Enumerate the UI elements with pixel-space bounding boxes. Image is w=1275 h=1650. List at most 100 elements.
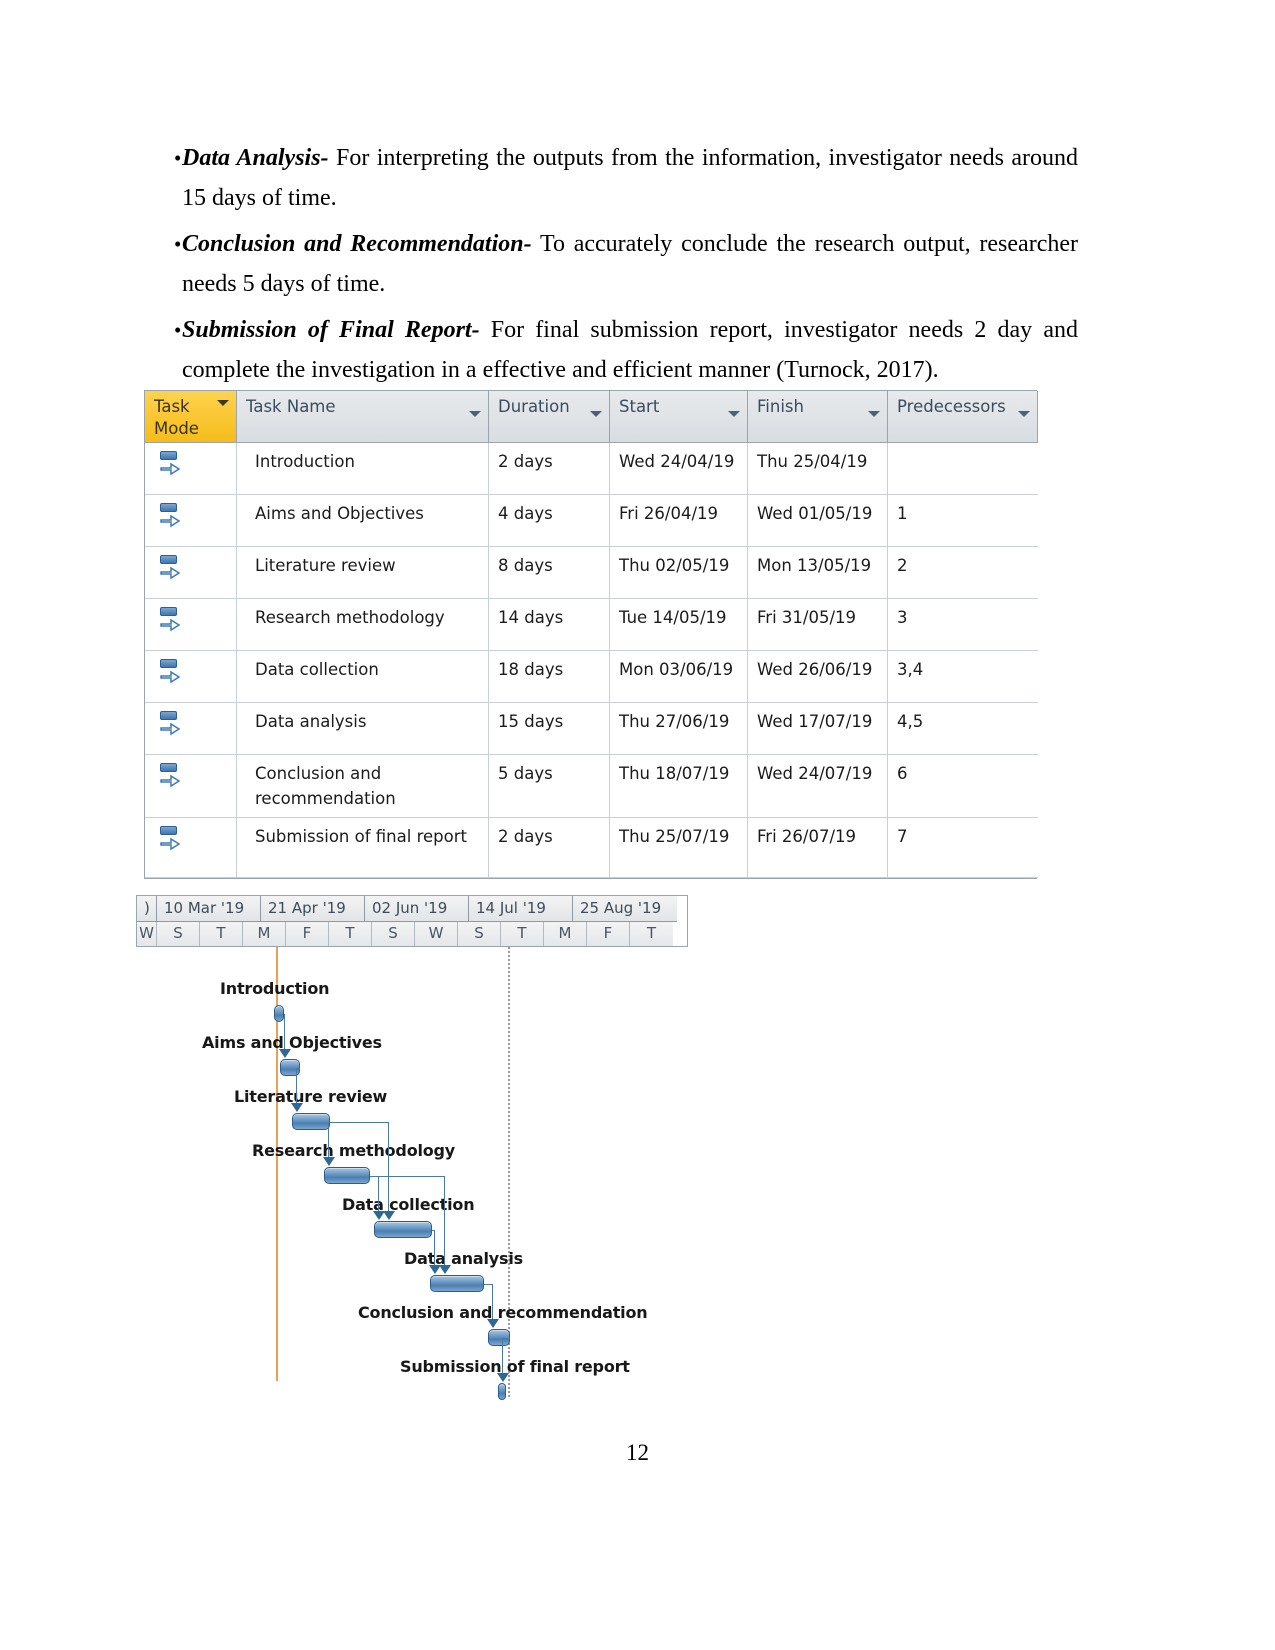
gantt-bar[interactable] <box>324 1167 370 1184</box>
timescale-bottom-cell: S <box>458 922 501 946</box>
cell-duration[interactable]: 2 days <box>489 818 610 878</box>
cell-duration[interactable]: 5 days <box>489 755 610 818</box>
cell-finish[interactable]: Fri 31/05/19 <box>748 599 888 651</box>
cell-finish[interactable]: Thu 25/04/19 <box>748 443 888 495</box>
column-header-start[interactable]: Start <box>610 391 748 443</box>
table-row[interactable]: Aims and Objectives 4 days Fri 26/04/19 Wed… <box>145 495 1038 547</box>
cell-start[interactable]: Wed 24/04/19 <box>610 443 748 495</box>
cell-predecessors[interactable]: 7 <box>888 818 1038 878</box>
chevron-down-icon[interactable] <box>217 400 229 406</box>
chevron-down-icon[interactable] <box>728 411 740 417</box>
cell-task-mode[interactable] <box>145 651 237 703</box>
cell-predecessors[interactable]: 4,5 <box>888 703 1038 755</box>
column-header-label: Start <box>619 397 660 416</box>
cell-finish[interactable]: Wed 01/05/19 <box>748 495 888 547</box>
gantt-link-vertical <box>502 1338 503 1373</box>
timescale-bottom-cell: W <box>137 922 157 946</box>
cell-task-mode[interactable] <box>145 818 237 878</box>
cell-task-name[interactable]: Submission of final report <box>237 818 489 878</box>
cell-finish[interactable]: Mon 13/05/19 <box>748 547 888 599</box>
table-row[interactable]: Conclusion and recommendation 5 days Thu 1… <box>145 755 1038 818</box>
cell-start[interactable]: Tue 14/05/19 <box>610 599 748 651</box>
cell-task-mode[interactable] <box>145 547 237 599</box>
column-header-label: Duration <box>498 397 570 416</box>
gantt-task-label: Research methodology <box>252 1141 456 1160</box>
gantt-task-label: Data collection <box>342 1195 475 1214</box>
cell-finish[interactable]: Wed 24/07/19 <box>748 755 888 818</box>
cell-task-mode[interactable] <box>145 703 237 755</box>
table-header-row: Task Mode Task Name Duration Start Finis… <box>145 391 1038 443</box>
cell-start[interactable]: Thu 02/05/19 <box>610 547 748 599</box>
cell-task-name[interactable]: Data analysis <box>237 703 489 755</box>
table-row[interactable]: Data collection 18 days Mon 03/06/19 Wed 26… <box>145 651 1038 703</box>
cell-finish[interactable]: Fri 26/07/19 <box>748 818 888 878</box>
gantt-bar[interactable] <box>498 1383 506 1400</box>
cell-duration[interactable]: 4 days <box>489 495 610 547</box>
cell-task-name[interactable]: Aims and Objectives <box>237 495 489 547</box>
column-header-duration[interactable]: Duration <box>489 391 610 443</box>
gantt-task-label: Literature review <box>234 1087 388 1106</box>
gantt-link-arrow-icon <box>487 1319 499 1328</box>
cell-predecessors[interactable]: 6 <box>888 755 1038 818</box>
table-row[interactable]: Introduction 2 days Wed 24/04/19 Thu 25/04/… <box>145 443 1038 495</box>
cell-finish[interactable]: Wed 17/07/19 <box>748 703 888 755</box>
table-row[interactable]: Data analysis 15 days Thu 27/06/19 Wed 17/0… <box>145 703 1038 755</box>
chevron-down-icon[interactable] <box>1018 411 1030 417</box>
list-item: • Data Analysis- For interpreting the ou… <box>148 138 1078 218</box>
column-header-task-name[interactable]: Task Name <box>237 391 489 443</box>
table-row[interactable]: Research methodology 14 days Tue 14/05/19 F… <box>145 599 1038 651</box>
chevron-down-icon[interactable] <box>868 411 880 417</box>
bullet-marker-icon: • <box>174 232 182 256</box>
chevron-down-icon[interactable] <box>469 411 481 417</box>
cell-predecessors[interactable] <box>888 443 1038 495</box>
cell-task-name[interactable]: Introduction <box>237 443 489 495</box>
gantt-link-vertical <box>328 1122 329 1157</box>
cell-duration[interactable]: 14 days <box>489 599 610 651</box>
cell-task-name[interactable]: Data collection <box>237 651 489 703</box>
cell-task-name[interactable]: Research methodology <box>237 599 489 651</box>
cell-start[interactable]: Thu 25/07/19 <box>610 818 748 878</box>
cell-duration[interactable]: 15 days <box>489 703 610 755</box>
cell-start[interactable]: Thu 27/06/19 <box>610 703 748 755</box>
cell-predecessors[interactable]: 2 <box>888 547 1038 599</box>
column-header-task-mode[interactable]: Task Mode <box>145 391 237 443</box>
cell-task-mode[interactable] <box>145 443 237 495</box>
cell-duration[interactable]: 2 days <box>489 443 610 495</box>
column-header-finish[interactable]: Finish <box>748 391 888 443</box>
gantt-chart: ) 10 Mar '19 21 Apr '19 02 Jun '19 14 Jul '1… <box>136 895 688 1400</box>
list-item-lead: Data Analysis- <box>182 145 329 171</box>
gantt-bar[interactable] <box>430 1275 484 1292</box>
table-row[interactable]: Literature review 8 days Thu 02/05/19 Mon 1… <box>145 547 1038 599</box>
cell-task-mode[interactable] <box>145 755 237 818</box>
gantt-bar[interactable] <box>374 1221 432 1238</box>
gantt-task-label: Data analysis <box>404 1249 523 1268</box>
column-header-predecessors[interactable]: Predecessors <box>888 391 1038 443</box>
page-number: 12 <box>626 1440 649 1465</box>
timescale-bottom-cell: T <box>329 922 372 946</box>
timescale-top-cell: 02 Jun '19 <box>365 896 469 922</box>
list-item-lead: Conclusion and Recommendation- <box>182 231 532 257</box>
cell-task-mode[interactable] <box>145 495 237 547</box>
cell-task-name[interactable]: Literature review <box>237 547 489 599</box>
cell-finish[interactable]: Wed 26/06/19 <box>748 651 888 703</box>
cell-duration[interactable]: 8 days <box>489 547 610 599</box>
gantt-bar[interactable] <box>274 1005 284 1022</box>
gantt-bar[interactable] <box>292 1113 330 1130</box>
cell-task-mode[interactable] <box>145 599 237 651</box>
table-row[interactable]: Submission of final report 2 days Thu 25/0… <box>145 818 1038 878</box>
timescale-top-cell: 21 Apr '19 <box>261 896 365 922</box>
cell-predecessors[interactable]: 1 <box>888 495 1038 547</box>
cell-start[interactable]: Thu 18/07/19 <box>610 755 748 818</box>
chevron-down-icon[interactable] <box>590 411 602 417</box>
cell-start[interactable]: Fri 26/04/19 <box>610 495 748 547</box>
cell-predecessors[interactable]: 3,4 <box>888 651 1038 703</box>
gantt-link-horizontal <box>370 1176 444 1177</box>
column-header-label: Predecessors <box>897 397 1006 416</box>
cell-predecessors[interactable]: 3 <box>888 599 1038 651</box>
cell-duration[interactable]: 18 days <box>489 651 610 703</box>
cell-task-name[interactable]: Conclusion and recommendation <box>237 755 489 818</box>
list-item-text: Submission of Final Report- For final su… <box>182 310 1078 390</box>
cell-start[interactable]: Mon 03/06/19 <box>610 651 748 703</box>
timescale-bottom-cell: T <box>630 922 673 946</box>
gantt-link-arrow-icon <box>497 1373 509 1382</box>
